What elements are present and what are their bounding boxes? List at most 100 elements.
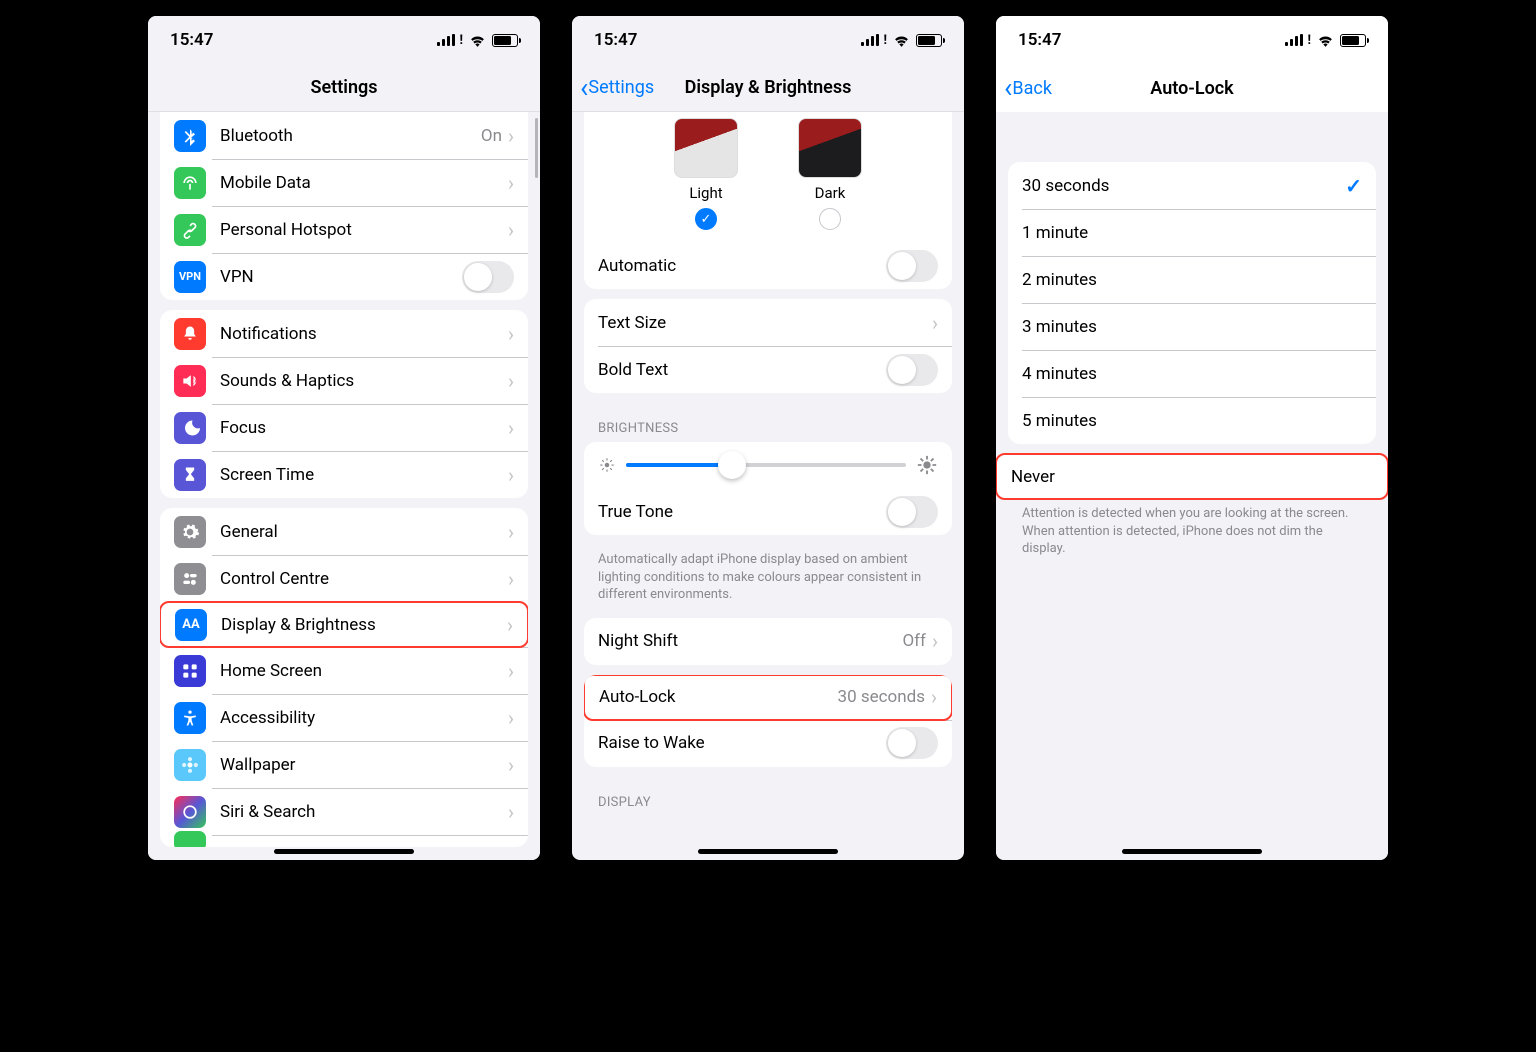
vpn-icon: VPN — [174, 261, 206, 293]
row-label: True Tone — [598, 502, 886, 522]
home-indicator[interactable] — [698, 849, 838, 854]
option-never[interactable]: Never — [997, 455, 1387, 498]
option-label: Light — [674, 184, 738, 202]
flower-icon — [174, 749, 206, 781]
page-title: Auto-Lock — [1150, 78, 1233, 99]
chevron-right-icon: › — [508, 659, 514, 683]
faceid-icon — [174, 831, 206, 847]
row-label: General — [220, 522, 508, 542]
wifi-icon — [1317, 34, 1334, 47]
bold-text-row[interactable]: Bold Text — [584, 346, 952, 393]
status-time: 15:47 — [1018, 30, 1061, 50]
appearance-dark-option[interactable]: Dark — [798, 118, 862, 230]
auto-lock-row[interactable]: Auto-Lock 30 seconds › — [584, 675, 952, 721]
option-2-minutes[interactable]: 2 minutes — [1008, 256, 1376, 303]
page-title: Display & Brightness — [685, 77, 852, 98]
row-label: Sounds & Haptics — [220, 371, 508, 391]
display-brightness-row[interactable]: AA Display & Brightness › — [160, 601, 528, 648]
row-label: Text Size — [598, 313, 932, 333]
row-label: Mobile Data — [220, 173, 508, 193]
accessibility-icon — [174, 702, 206, 734]
chevron-right-icon: › — [508, 416, 514, 440]
true-tone-footer: Automatically adapt iPhone display based… — [572, 545, 964, 608]
alerts-group: Notifications › Sounds & Haptics › Focus… — [160, 310, 528, 498]
night-shift-row[interactable]: Night Shift Off › — [584, 618, 952, 665]
personal-hotspot-row[interactable]: Personal Hotspot › — [160, 206, 528, 253]
brightness-slider[interactable] — [626, 463, 906, 467]
chevron-right-icon: › — [508, 520, 514, 544]
accessibility-row[interactable]: Accessibility › — [160, 694, 528, 741]
option-5-minutes[interactable]: 5 minutes — [1008, 397, 1376, 444]
raise-to-wake-toggle[interactable] — [886, 727, 938, 759]
appearance-light-option[interactable]: Light ✓ — [674, 118, 738, 230]
dark-thumbnail — [798, 118, 862, 178]
home-indicator[interactable] — [274, 849, 414, 854]
chevron-right-icon: › — [932, 629, 938, 653]
faceid-row-partial[interactable] — [160, 835, 528, 847]
row-label: Accessibility — [220, 708, 508, 728]
chevron-left-icon: ‹ — [580, 74, 588, 102]
row-label: Display & Brightness — [221, 615, 507, 635]
row-label: Personal Hotspot — [220, 220, 508, 240]
wallpaper-row[interactable]: Wallpaper › — [160, 741, 528, 788]
bell-icon — [174, 318, 206, 350]
brightness-slider-row[interactable] — [584, 442, 952, 488]
bold-text-toggle[interactable] — [886, 354, 938, 386]
settings-content[interactable]: Bluetooth On › Mobile Data › Personal Ho… — [148, 112, 540, 860]
attention-footer: Attention is detected when you are looki… — [996, 499, 1388, 562]
checkmark-icon: ✓ — [1345, 174, 1362, 198]
back-button[interactable]: ‹ Back — [1004, 74, 1052, 102]
nav-bar: ‹ Settings Display & Brightness — [572, 64, 964, 112]
scrollbar-indicator[interactable] — [535, 118, 538, 178]
mobile-data-row[interactable]: Mobile Data › — [160, 159, 528, 206]
speaker-icon — [174, 365, 206, 397]
option-1-minute[interactable]: 1 minute — [1008, 209, 1376, 256]
app-grid-icon — [174, 655, 206, 687]
option-30-seconds[interactable]: 30 seconds ✓ — [1008, 162, 1376, 209]
row-label: Bluetooth — [220, 126, 481, 146]
chevron-right-icon: › — [508, 800, 514, 824]
cellular-signal-icon — [1285, 34, 1303, 46]
status-icons: ! — [1285, 33, 1366, 48]
vpn-row[interactable]: VPN VPN — [160, 253, 528, 300]
radio-selected-icon: ✓ — [695, 208, 717, 230]
lock-group: Auto-Lock 30 seconds › Raise to Wake — [584, 675, 952, 767]
back-label: Settings — [588, 77, 654, 98]
display-content[interactable]: Light ✓ Dark Automatic Text Size › Bo — [572, 112, 964, 860]
siri-search-row[interactable]: Siri & Search › — [160, 788, 528, 835]
row-label: 1 minute — [1022, 223, 1362, 243]
sounds-haptics-row[interactable]: Sounds & Haptics › — [160, 357, 528, 404]
row-label: Raise to Wake — [598, 733, 886, 753]
screen-time-row[interactable]: Screen Time › — [160, 451, 528, 498]
autolock-content[interactable]: 30 seconds ✓ 1 minute 2 minutes 3 minute… — [996, 112, 1388, 860]
option-4-minutes[interactable]: 4 minutes — [1008, 350, 1376, 397]
nav-bar: ‹ Back Auto-Lock — [996, 64, 1388, 112]
chevron-right-icon: › — [508, 369, 514, 393]
moon-icon — [174, 412, 206, 444]
option-3-minutes[interactable]: 3 minutes — [1008, 303, 1376, 350]
status-bar: 15:47 ! — [572, 16, 964, 64]
battery-icon — [1340, 34, 1366, 47]
connectivity-group: Bluetooth On › Mobile Data › Personal Ho… — [160, 112, 528, 300]
notifications-row[interactable]: Notifications › — [160, 310, 528, 357]
text-size-row[interactable]: Text Size › — [584, 299, 952, 346]
hourglass-icon — [174, 459, 206, 491]
vpn-toggle[interactable] — [462, 261, 514, 293]
row-label: 4 minutes — [1022, 364, 1362, 384]
true-tone-row[interactable]: True Tone — [584, 488, 952, 535]
chevron-right-icon: › — [931, 685, 937, 709]
status-time: 15:47 — [594, 30, 637, 50]
general-row[interactable]: General › — [160, 508, 528, 555]
automatic-toggle[interactable] — [886, 250, 938, 282]
signal-alert-icon: ! — [1307, 33, 1311, 48]
row-label: Notifications — [220, 324, 508, 344]
home-indicator[interactable] — [1122, 849, 1262, 854]
true-tone-toggle[interactable] — [886, 496, 938, 528]
control-centre-row[interactable]: Control Centre › — [160, 555, 528, 602]
back-button[interactable]: ‹ Settings — [580, 74, 654, 102]
bluetooth-row[interactable]: Bluetooth On › — [160, 112, 528, 159]
focus-row[interactable]: Focus › — [160, 404, 528, 451]
home-screen-row[interactable]: Home Screen › — [160, 647, 528, 694]
automatic-row[interactable]: Automatic — [584, 242, 952, 289]
raise-to-wake-row[interactable]: Raise to Wake — [584, 720, 952, 767]
